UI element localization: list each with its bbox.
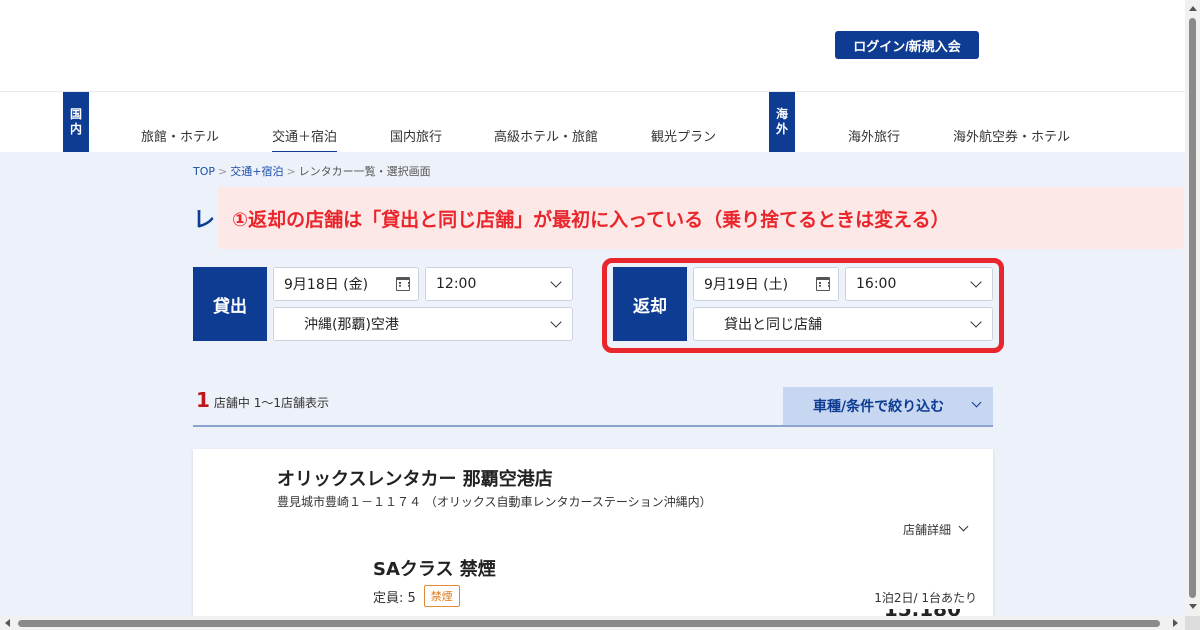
page-title: レ (193, 208, 216, 233)
nav-item-sightseeing-plan[interactable]: 観光プラン (651, 126, 716, 145)
calendar-icon (396, 277, 410, 291)
scroll-right-icon[interactable] (1173, 619, 1178, 627)
horizontal-scrollbar[interactable] (0, 616, 1185, 630)
nav-item-overseas-travel[interactable]: 海外旅行 (848, 126, 900, 145)
chevron-down-icon (971, 397, 982, 408)
scrollbar-corner (1185, 616, 1200, 630)
main-nav: 国 内 旅館・ホテル 交通＋宿泊 国内旅行 高級ホテル・旅館 観光プラン 海 外… (0, 91, 1185, 154)
shop-address: 豊見城市豊崎１－１１７４ （オリックス自動車レンタカーステーション沖縄内） (277, 495, 712, 509)
domestic-badge: 国 内 (63, 92, 89, 152)
result-count: 1 店舗中 1〜1店舗表示 (196, 388, 330, 412)
shop-detail-toggle[interactable]: 店舗詳細 (903, 521, 969, 538)
divider (193, 425, 993, 427)
rental-time-select[interactable]: 12:00 (425, 267, 573, 301)
nav-item-luxury-hotel[interactable]: 高級ホテル・旅館 (494, 126, 598, 145)
nav-item-overseas-air-hotel[interactable]: 海外航空券・ホテル (953, 126, 1070, 145)
rental-date-field[interactable]: 9月18日 (金) (273, 267, 419, 301)
vertical-scrollbar[interactable] (1185, 0, 1200, 616)
site-header: ログイン/新規入会 (0, 0, 1185, 91)
overseas-badge: 海 外 (769, 92, 795, 152)
rental-label: 貸出 (193, 267, 267, 341)
breadcrumb-current: レンタカー一覧・選択画面 (298, 165, 431, 178)
car-capacity: 定員: 5 禁煙 (373, 585, 460, 607)
car-class-title: SAクラス 禁煙 (373, 559, 496, 580)
shop-card: オリックスレンタカー 那覇空港店 豊見城市豊崎１－１１７４ （オリックス自動車レ… (193, 449, 993, 629)
non-smoking-badge: 禁煙 (423, 585, 460, 607)
chevron-down-icon (550, 316, 562, 328)
price-unit-label: 1泊2日/ 1台あたり (874, 591, 977, 605)
highlight-frame (602, 258, 1004, 353)
nav-item-transport-hotel[interactable]: 交通＋宿泊 (272, 126, 338, 154)
chevron-down-icon (550, 276, 562, 288)
scroll-left-icon[interactable] (5, 619, 10, 627)
annotation-callout: ①返却の店舗は「貸出と同じ店舗」が最初に入っている（乗り捨てるときは変える） (218, 187, 1184, 249)
scroll-up-icon[interactable] (1189, 6, 1197, 11)
breadcrumb: TOP > 交通+宿泊 > レンタカー一覧・選択画面 (193, 165, 431, 178)
scroll-down-icon[interactable] (1189, 604, 1197, 609)
filter-by-car-type-button[interactable]: 車種/条件で絞り込む (783, 387, 993, 425)
main-content: TOP > 交通+宿泊 > レンタカー一覧・選択画面 レ ①返却の店舗は「貸出と同じ店舗… (0, 152, 1185, 629)
vertical-scroll-thumb[interactable] (1189, 18, 1196, 598)
horizontal-scroll-thumb[interactable] (18, 620, 1160, 627)
shop-name: オリックスレンタカー 那覇空港店 (277, 469, 553, 490)
breadcrumb-transport[interactable]: 交通+宿泊 (230, 165, 283, 178)
breadcrumb-top[interactable]: TOP (193, 165, 215, 178)
nav-item-domestic-travel[interactable]: 国内旅行 (390, 126, 442, 145)
login-register-button[interactable]: ログイン/新規入会 (835, 31, 979, 59)
chevron-down-icon (958, 521, 969, 532)
nav-item-ryokan-hotel[interactable]: 旅館・ホテル (141, 126, 219, 145)
rental-location-select[interactable]: 沖縄(那覇)空港 (273, 307, 573, 341)
